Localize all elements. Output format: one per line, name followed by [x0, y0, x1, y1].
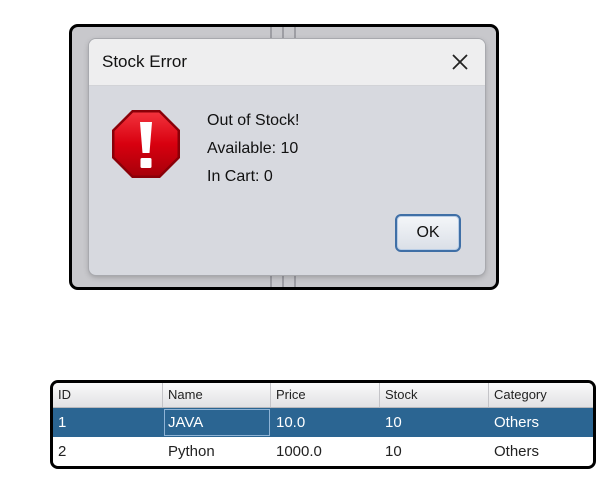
table-cell[interactable]: Others — [489, 408, 593, 437]
table-header: ID Name Price Stock Category — [53, 383, 593, 408]
table-cell[interactable]: Python — [163, 437, 271, 466]
table-row[interactable]: 2 Python 1000.0 10 Others — [53, 437, 593, 466]
table-cell[interactable]: 10.0 — [271, 408, 380, 437]
column-header-id[interactable]: ID — [53, 383, 163, 407]
table-cell[interactable]: 10 — [380, 437, 489, 466]
column-header-name[interactable]: Name — [163, 383, 271, 407]
message-out-of-stock: Out of Stock! — [207, 112, 300, 129]
table-cell-focused[interactable]: JAVA — [163, 408, 271, 437]
table-cell[interactable]: Others — [489, 437, 593, 466]
close-icon[interactable] — [449, 51, 471, 73]
stock-error-dialog: Stock Error Out of Stock! Available: 10 … — [89, 39, 485, 275]
table-cell[interactable]: 1 — [53, 408, 163, 437]
message-in-cart: In Cart: 0 — [207, 168, 273, 185]
table-cell[interactable]: 2 — [53, 437, 163, 466]
table-cell[interactable]: 10 — [380, 408, 489, 437]
dialog-titlebar: Stock Error — [89, 39, 485, 86]
stop-warning-icon — [112, 110, 180, 178]
column-header-price[interactable]: Price — [271, 383, 380, 407]
column-header-stock[interactable]: Stock — [380, 383, 489, 407]
products-table: ID Name Price Stock Category 1 JAVA 10.0… — [50, 380, 596, 469]
table-cell[interactable]: 1000.0 — [271, 437, 380, 466]
table-row-selected[interactable]: 1 JAVA 10.0 10 Others — [53, 408, 593, 437]
ok-button[interactable]: OK — [395, 214, 461, 252]
message-available: Available: 10 — [207, 140, 299, 157]
dialog-title: Stock Error — [102, 52, 188, 71]
column-header-category[interactable]: Category — [489, 383, 593, 407]
background-window: Stock Error Out of Stock! Available: 10 … — [69, 24, 499, 290]
